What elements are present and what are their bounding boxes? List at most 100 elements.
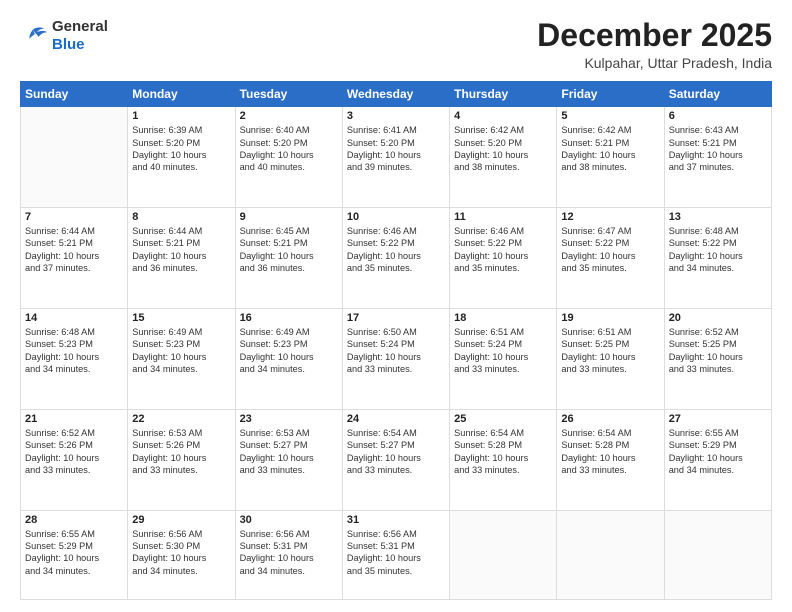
day-number: 23 <box>240 413 338 425</box>
calendar-cell: 22 Sunrise: 6:53 AMSunset: 5:26 PMDayligh… <box>128 409 235 510</box>
cell-info: Sunrise: 6:47 AMSunset: 5:22 PMDaylight:… <box>561 225 659 275</box>
day-number: 7 <box>25 211 123 223</box>
day-number: 4 <box>454 110 552 122</box>
location: Kulpahar, Uttar Pradesh, India <box>537 55 772 71</box>
calendar-week-row: 28Sunrise: 6:55 AMSunset: 5:29 PMDayligh… <box>21 510 772 599</box>
cell-info: Sunrise: 6:46 AMSunset: 5:22 PMDaylight:… <box>454 225 552 275</box>
title-block: December 2025 Kulpahar, Uttar Pradesh, I… <box>537 18 772 71</box>
calendar-cell: 24Sunrise: 6:54 AMSunset: 5:27 PMDayligh… <box>342 409 449 510</box>
day-number: 1 <box>132 110 230 122</box>
cell-info: Sunrise: 6:49 AMSunset: 5:23 PMDaylight:… <box>132 326 230 376</box>
cell-info: Sunrise: 6:40 AMSunset: 5:20 PMDaylight:… <box>240 124 338 174</box>
cell-info: Sunrise: 6:52 AMSunset: 5:25 PMDaylight:… <box>669 326 767 376</box>
cell-info: Sunrise: 6:53 AMSunset: 5:26 PMDaylight:… <box>132 427 230 477</box>
day-number: 10 <box>347 211 445 223</box>
page: General Blue December 2025 Kulpahar, Utt… <box>0 0 792 612</box>
cell-info: Sunrise: 6:52 AMSunset: 5:26 PMDaylight:… <box>25 427 123 477</box>
day-number: 28 <box>25 514 123 526</box>
day-number: 21 <box>25 413 123 425</box>
day-number: 8 <box>132 211 230 223</box>
calendar-body: 1 Sunrise: 6:39 AMSunset: 5:20 PMDaylight… <box>21 107 772 600</box>
calendar-cell: 23Sunrise: 6:53 AMSunset: 5:27 PMDayligh… <box>235 409 342 510</box>
cell-info: Sunrise: 6:56 AMSunset: 5:31 PMDaylight:… <box>240 528 338 578</box>
header: General Blue December 2025 Kulpahar, Utt… <box>20 18 772 71</box>
weekday-header-saturday: Saturday <box>664 82 771 107</box>
cell-info: Sunrise: 6:39 AMSunset: 5:20 PMDaylight:… <box>132 124 230 174</box>
calendar-cell: 21 Sunrise: 6:52 AMSunset: 5:26 PMDayligh… <box>21 409 128 510</box>
day-number: 30 <box>240 514 338 526</box>
calendar-week-row: 1 Sunrise: 6:39 AMSunset: 5:20 PMDaylight… <box>21 107 772 208</box>
cell-info: Sunrise: 6:49 AMSunset: 5:23 PMDaylight:… <box>240 326 338 376</box>
day-number: 19 <box>561 312 659 324</box>
day-number: 15 <box>132 312 230 324</box>
calendar-cell <box>21 107 128 208</box>
logo-icon <box>20 25 48 47</box>
cell-info: Sunrise: 6:54 AMSunset: 5:28 PMDaylight:… <box>561 427 659 477</box>
cell-info: Sunrise: 6:51 AMSunset: 5:24 PMDaylight:… <box>454 326 552 376</box>
calendar-cell: 14 Sunrise: 6:48 AMSunset: 5:23 PMDayligh… <box>21 308 128 409</box>
day-number: 20 <box>669 312 767 324</box>
calendar-cell: 28Sunrise: 6:55 AMSunset: 5:29 PMDayligh… <box>21 510 128 599</box>
calendar-cell: 15 Sunrise: 6:49 AMSunset: 5:23 PMDayligh… <box>128 308 235 409</box>
cell-info: Sunrise: 6:56 AMSunset: 5:31 PMDaylight:… <box>347 528 445 578</box>
day-number: 14 <box>25 312 123 324</box>
day-number: 6 <box>669 110 767 122</box>
calendar-cell: 17Sunrise: 6:50 AMSunset: 5:24 PMDayligh… <box>342 308 449 409</box>
calendar-week-row: 21 Sunrise: 6:52 AMSunset: 5:26 PMDayligh… <box>21 409 772 510</box>
calendar-cell <box>557 510 664 599</box>
day-number: 12 <box>561 211 659 223</box>
weekday-header-thursday: Thursday <box>450 82 557 107</box>
day-number: 25 <box>454 413 552 425</box>
cell-info: Sunrise: 6:44 AMSunset: 5:21 PMDaylight:… <box>132 225 230 275</box>
calendar-cell: 31 Sunrise: 6:56 AMSunset: 5:31 PMDayligh… <box>342 510 449 599</box>
day-number: 13 <box>669 211 767 223</box>
day-number: 22 <box>132 413 230 425</box>
calendar-week-row: 7 Sunrise: 6:44 AMSunset: 5:21 PMDaylight… <box>21 208 772 309</box>
cell-info: Sunrise: 6:51 AMSunset: 5:25 PMDaylight:… <box>561 326 659 376</box>
cell-info: Sunrise: 6:56 AMSunset: 5:30 PMDaylight:… <box>132 528 230 578</box>
cell-info: Sunrise: 6:48 AMSunset: 5:22 PMDaylight:… <box>669 225 767 275</box>
day-number: 26 <box>561 413 659 425</box>
calendar-cell: 13 Sunrise: 6:48 AMSunset: 5:22 PMDayligh… <box>664 208 771 309</box>
calendar-cell: 30 Sunrise: 6:56 AMSunset: 5:31 PMDayligh… <box>235 510 342 599</box>
calendar-cell: 5Sunrise: 6:42 AMSunset: 5:21 PMDaylight… <box>557 107 664 208</box>
cell-info: Sunrise: 6:48 AMSunset: 5:23 PMDaylight:… <box>25 326 123 376</box>
weekday-header-monday: Monday <box>128 82 235 107</box>
calendar-cell: 3Sunrise: 6:41 AMSunset: 5:20 PMDaylight… <box>342 107 449 208</box>
calendar-cell: 11Sunrise: 6:46 AMSunset: 5:22 PMDayligh… <box>450 208 557 309</box>
calendar-cell <box>664 510 771 599</box>
weekday-header-sunday: Sunday <box>21 82 128 107</box>
weekday-header-row: SundayMondayTuesdayWednesdayThursdayFrid… <box>21 82 772 107</box>
calendar-cell: 19 Sunrise: 6:51 AMSunset: 5:25 PMDayligh… <box>557 308 664 409</box>
day-number: 29 <box>132 514 230 526</box>
calendar-cell: 16 Sunrise: 6:49 AMSunset: 5:23 PMDayligh… <box>235 308 342 409</box>
calendar-cell: 7Sunrise: 6:44 AMSunset: 5:21 PMDaylight… <box>21 208 128 309</box>
calendar-cell: 27Sunrise: 6:55 AMSunset: 5:29 PMDayligh… <box>664 409 771 510</box>
calendar-cell: 4 Sunrise: 6:42 AMSunset: 5:20 PMDaylight… <box>450 107 557 208</box>
day-number: 18 <box>454 312 552 324</box>
calendar-cell: 26 Sunrise: 6:54 AMSunset: 5:28 PMDayligh… <box>557 409 664 510</box>
calendar-week-row: 14 Sunrise: 6:48 AMSunset: 5:23 PMDayligh… <box>21 308 772 409</box>
calendar-cell: 25Sunrise: 6:54 AMSunset: 5:28 PMDayligh… <box>450 409 557 510</box>
calendar-cell: 10Sunrise: 6:46 AMSunset: 5:22 PMDayligh… <box>342 208 449 309</box>
day-number: 24 <box>347 413 445 425</box>
weekday-header-wednesday: Wednesday <box>342 82 449 107</box>
day-number: 9 <box>240 211 338 223</box>
day-number: 17 <box>347 312 445 324</box>
cell-info: Sunrise: 6:42 AMSunset: 5:20 PMDaylight:… <box>454 124 552 174</box>
weekday-header-friday: Friday <box>557 82 664 107</box>
day-number: 16 <box>240 312 338 324</box>
calendar-cell: 12 Sunrise: 6:47 AMSunset: 5:22 PMDayligh… <box>557 208 664 309</box>
cell-info: Sunrise: 6:55 AMSunset: 5:29 PMDaylight:… <box>669 427 767 477</box>
calendar-cell: 18 Sunrise: 6:51 AMSunset: 5:24 PMDayligh… <box>450 308 557 409</box>
calendar-cell: 29 Sunrise: 6:56 AMSunset: 5:30 PMDayligh… <box>128 510 235 599</box>
calendar-cell: 1 Sunrise: 6:39 AMSunset: 5:20 PMDaylight… <box>128 107 235 208</box>
calendar-cell: 2 Sunrise: 6:40 AMSunset: 5:20 PMDaylight… <box>235 107 342 208</box>
cell-info: Sunrise: 6:41 AMSunset: 5:20 PMDaylight:… <box>347 124 445 174</box>
day-number: 31 <box>347 514 445 526</box>
day-number: 2 <box>240 110 338 122</box>
cell-info: Sunrise: 6:45 AMSunset: 5:21 PMDaylight:… <box>240 225 338 275</box>
cell-info: Sunrise: 6:42 AMSunset: 5:21 PMDaylight:… <box>561 124 659 174</box>
calendar-table: SundayMondayTuesdayWednesdayThursdayFrid… <box>20 81 772 600</box>
calendar-cell: 8 Sunrise: 6:44 AMSunset: 5:21 PMDaylight… <box>128 208 235 309</box>
